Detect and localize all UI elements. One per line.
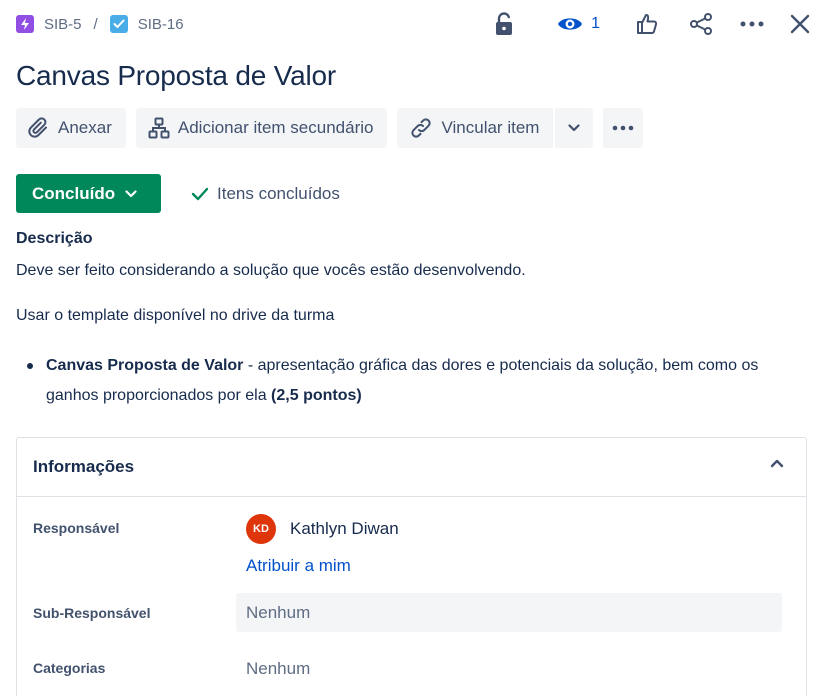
resolution-label: Itens concluídos [217, 184, 340, 203]
close-button[interactable] [788, 8, 812, 40]
watch-count: 1 [591, 15, 600, 32]
bullet-dot [27, 363, 33, 369]
link-icon [411, 118, 432, 138]
bullet-bold-text: Canvas Proposta de Valor [46, 357, 244, 374]
toolbar-more-button[interactable] [603, 108, 644, 148]
more-actions-button[interactable] [738, 8, 766, 40]
issue-title[interactable]: Canvas Proposta de Valor [16, 60, 336, 92]
share-button[interactable] [688, 8, 714, 40]
bullet-points-text: (2,5 pontos) [271, 387, 362, 404]
description-paragraph[interactable]: Deve ser feito considerando a solução qu… [16, 262, 526, 280]
avatar: KD [246, 514, 276, 544]
share-icon [690, 13, 712, 35]
task-checkbox-icon [109, 15, 128, 33]
details-panel-title: Informações [33, 457, 135, 476]
parent-issue-key[interactable]: SIB-5 [44, 16, 82, 33]
assignee-name: Kathlyn Diwan [290, 519, 399, 538]
sub-assignee-label: Sub-Responsável [33, 605, 151, 621]
header-actions: 1 [489, 8, 812, 40]
chevron-down-icon [125, 189, 137, 197]
categories-label: Categorias [33, 660, 106, 676]
issue-header-bar: SIB-5 / SIB-16 1 [16, 8, 812, 40]
sub-assignee-value: Nenhum [246, 602, 311, 622]
paperclip-icon [28, 117, 47, 138]
issue-toolbar: Anexar Adicionar item secundário Vincula… [16, 108, 644, 148]
watch-button[interactable]: 1 [557, 8, 600, 40]
more-icon [740, 21, 764, 27]
description-paragraph[interactable]: Usar o template disponível no drive da t… [16, 307, 334, 325]
epic-icon [16, 15, 34, 33]
close-icon [790, 14, 810, 34]
breadcrumb-parent[interactable]: SIB-5 [16, 15, 82, 33]
breadcrumb-current[interactable]: SIB-16 [109, 15, 184, 33]
link-item-button[interactable]: Vincular item [397, 108, 554, 148]
assignee-field[interactable]: KD Kathlyn Diwan [246, 514, 399, 544]
description-heading: Descrição [16, 230, 93, 247]
attach-button[interactable]: Anexar [16, 108, 126, 148]
vote-button[interactable] [634, 8, 660, 40]
sub-assignee-field[interactable]: Nenhum [236, 593, 782, 632]
bullet-text: Canvas Proposta de Valor - apresentação … [46, 351, 787, 411]
breadcrumb-separator: / [93, 15, 98, 33]
eye-icon [558, 18, 583, 30]
assign-to-me-link[interactable]: Atribuir a mim [246, 556, 351, 576]
lock-open-icon [496, 12, 513, 35]
description-bullet-item[interactable]: Canvas Proposta de Valor - apresentação … [27, 351, 787, 411]
details-panel-header[interactable]: Informações [17, 438, 806, 497]
add-child-item-label: Adicionar item secundário [177, 118, 374, 137]
details-panel: Informações Responsável KD Kathlyn Diwan… [16, 437, 807, 696]
resolution-indicator: Itens concluídos [191, 184, 340, 204]
link-item-dropdown-button[interactable] [553, 108, 594, 148]
restrictions-button[interactable] [489, 8, 519, 40]
hierarchy-icon [148, 117, 170, 139]
link-item-label: Vincular item [441, 118, 540, 137]
categories-field[interactable]: Nenhum [246, 659, 310, 679]
more-icon [613, 125, 634, 131]
check-icon [191, 187, 209, 201]
attach-label: Anexar [58, 118, 112, 137]
status-dropdown-button[interactable]: Concluído [16, 174, 161, 213]
chevron-down-icon [568, 124, 581, 132]
chevron-up-icon[interactable] [770, 458, 784, 468]
assignee-label: Responsável [33, 520, 120, 536]
add-child-item-button[interactable]: Adicionar item secundário [135, 108, 388, 148]
link-item-split-button: Vincular item [397, 108, 594, 148]
status-label: Concluído [32, 183, 116, 203]
current-issue-key[interactable]: SIB-16 [138, 16, 184, 33]
thumbs-up-icon [637, 14, 658, 34]
